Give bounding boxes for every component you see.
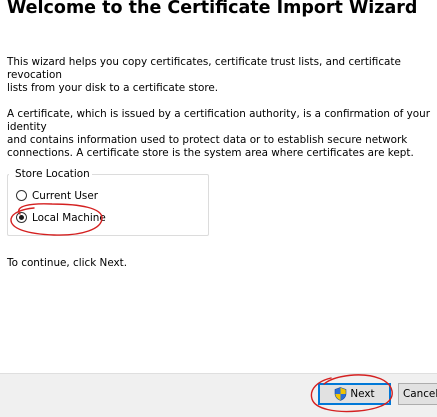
local-machine-radio-circle[interactable]: [16, 212, 27, 223]
page-title: Welcome to the Certificate Import Wizard: [7, 0, 418, 18]
next-button-label: Next: [350, 388, 375, 400]
uac-shield-icon: [335, 387, 347, 401]
cancel-button[interactable]: Cancel: [398, 383, 437, 405]
store-location-group: [7, 174, 209, 236]
intro-text: This wizard helps you copy certificates,…: [7, 56, 401, 94]
next-button[interactable]: Next: [318, 383, 391, 405]
certificate-import-wizard: Welcome to the Certificate Import Wizard…: [0, 0, 437, 417]
description-text: A certificate, which is issued by a cert…: [7, 108, 430, 159]
local-machine-label[interactable]: Local Machine: [32, 212, 106, 224]
continue-text: To continue, click Next.: [7, 257, 128, 269]
current-user-label[interactable]: Current User: [32, 190, 98, 202]
local-machine-radio[interactable]: Local Machine: [16, 210, 106, 225]
store-location-label: Store Location: [9, 168, 92, 180]
cancel-button-label: Cancel: [403, 388, 437, 400]
current-user-radio-circle[interactable]: [16, 190, 27, 201]
current-user-radio[interactable]: Current User: [16, 188, 98, 203]
